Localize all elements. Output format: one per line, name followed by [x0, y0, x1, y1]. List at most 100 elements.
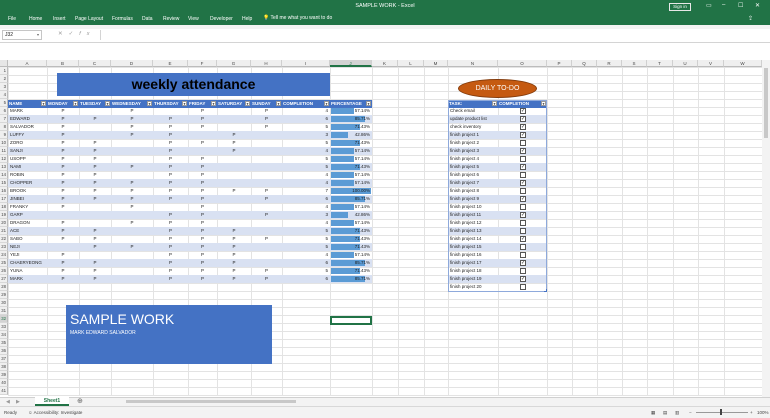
- filter-dropdown-icon[interactable]: ▾: [147, 101, 152, 106]
- attendance-name-cell[interactable]: CHAERYEONG: [8, 259, 47, 267]
- row-header[interactable]: 29: [0, 291, 8, 299]
- row-header[interactable]: 16: [0, 187, 8, 195]
- task-checkbox[interactable]: ✓: [520, 148, 526, 154]
- completion-cell[interactable]: 4: [282, 107, 330, 115]
- task-checkbox[interactable]: [520, 220, 526, 226]
- task-checkbox[interactable]: ✓: [520, 124, 526, 130]
- normal-view-icon[interactable]: ▦: [651, 407, 655, 418]
- row-header[interactable]: 26: [0, 267, 8, 275]
- task-checkbox[interactable]: ✓: [520, 212, 526, 218]
- attendance-name-cell[interactable]: NAMI: [8, 163, 47, 171]
- completion-cell[interactable]: 4: [282, 219, 330, 227]
- task-checkbox[interactable]: [520, 252, 526, 258]
- attendance-day-cell[interactable]: P: [111, 219, 153, 227]
- attendance-day-cell[interactable]: P: [188, 251, 217, 259]
- completion-cell[interactable]: 6: [282, 259, 330, 267]
- completion-cell[interactable]: 4: [282, 251, 330, 259]
- todo-task-cell[interactable]: finish project 8: [448, 187, 498, 195]
- attendance-day-cell[interactable]: P: [188, 139, 217, 147]
- attendance-name-cell[interactable]: MARK: [8, 107, 47, 115]
- column-header-b[interactable]: B: [47, 60, 79, 67]
- vertical-scrollbar[interactable]: [762, 60, 770, 397]
- attendance-day-cell[interactable]: [217, 123, 251, 131]
- percentage-cell[interactable]: 57.14%: [330, 179, 372, 187]
- percentage-cell[interactable]: 85.71%: [330, 115, 372, 123]
- attendance-day-cell[interactable]: P: [111, 203, 153, 211]
- attendance-day-cell[interactable]: [111, 267, 153, 275]
- row-header[interactable]: 2: [0, 75, 8, 83]
- filter-dropdown-icon[interactable]: ▾: [276, 101, 281, 106]
- row-header[interactable]: 28: [0, 283, 8, 291]
- attendance-day-cell[interactable]: P: [47, 155, 79, 163]
- attendance-day-cell[interactable]: P: [111, 163, 153, 171]
- todo-task-cell[interactable]: finish project 20: [448, 283, 498, 291]
- attendance-day-cell[interactable]: P: [188, 211, 217, 219]
- attendance-day-cell[interactable]: [251, 179, 282, 187]
- percentage-cell[interactable]: 71.43%: [330, 139, 372, 147]
- attendance-day-cell[interactable]: P: [251, 195, 282, 203]
- attendance-day-cell[interactable]: P: [111, 131, 153, 139]
- todo-header-completion[interactable]: COMPLETION ▾: [498, 100, 547, 108]
- percentage-cell[interactable]: 85.71%: [330, 195, 372, 203]
- completion-cell[interactable]: 5: [282, 267, 330, 275]
- accessibility-status[interactable]: ☺ Accessibility: Investigate: [28, 407, 82, 418]
- zoom-slider-thumb[interactable]: [720, 409, 722, 415]
- attendance-day-cell[interactable]: [251, 203, 282, 211]
- attendance-day-cell[interactable]: P: [47, 107, 79, 115]
- attendance-day-cell[interactable]: [153, 107, 188, 115]
- attendance-day-cell[interactable]: P: [111, 107, 153, 115]
- row-header[interactable]: 3: [0, 83, 8, 91]
- attendance-day-cell[interactable]: [217, 155, 251, 163]
- todo-task-cell[interactable]: finish project 10: [448, 203, 498, 211]
- attendance-day-cell[interactable]: [47, 243, 79, 251]
- row-header[interactable]: 27: [0, 275, 8, 283]
- attendance-day-cell[interactable]: [111, 227, 153, 235]
- column-header-p[interactable]: P: [547, 60, 572, 67]
- attendance-day-cell[interactable]: [79, 219, 111, 227]
- task-checkbox[interactable]: ✓: [520, 132, 526, 138]
- row-header[interactable]: 41: [0, 387, 8, 395]
- attendance-day-cell[interactable]: P: [188, 275, 217, 283]
- attendance-day-cell[interactable]: P: [188, 107, 217, 115]
- row-header[interactable]: 21: [0, 227, 8, 235]
- task-checkbox[interactable]: [520, 228, 526, 234]
- attendance-day-cell[interactable]: P: [188, 243, 217, 251]
- percentage-cell[interactable]: 57.14%: [330, 155, 372, 163]
- row-header[interactable]: 12: [0, 155, 8, 163]
- attendance-day-cell[interactable]: [111, 275, 153, 283]
- attendance-day-cell[interactable]: P: [153, 139, 188, 147]
- filter-dropdown-icon[interactable]: ▾: [182, 101, 187, 106]
- filter-dropdown-icon[interactable]: ▾: [73, 101, 78, 106]
- attendance-day-cell[interactable]: P: [79, 147, 111, 155]
- attendance-day-cell[interactable]: [79, 203, 111, 211]
- attendance-day-cell[interactable]: P: [188, 123, 217, 131]
- task-checkbox[interactable]: [520, 268, 526, 274]
- scroll-left-icon[interactable]: ◀: [6, 399, 10, 405]
- attendance-day-cell[interactable]: P: [47, 203, 79, 211]
- attendance-day-cell[interactable]: P: [188, 115, 217, 123]
- attendance-day-cell[interactable]: [217, 211, 251, 219]
- attendance-day-cell[interactable]: P: [153, 235, 188, 243]
- row-header[interactable]: 4: [0, 91, 8, 99]
- attendance-day-cell[interactable]: P: [79, 115, 111, 123]
- attendance-name-cell[interactable]: JINBEI: [8, 195, 47, 203]
- attendance-day-cell[interactable]: P: [111, 195, 153, 203]
- task-checkbox[interactable]: ✓: [520, 180, 526, 186]
- percentage-cell[interactable]: 85.71%: [330, 259, 372, 267]
- column-header-i[interactable]: I: [282, 60, 330, 67]
- percentage-cell[interactable]: 57.14%: [330, 251, 372, 259]
- attendance-day-cell[interactable]: P: [153, 259, 188, 267]
- filter-dropdown-icon[interactable]: ▾: [41, 101, 46, 106]
- todo-task-cell[interactable]: finish project 12: [448, 219, 498, 227]
- column-header-o[interactable]: O: [498, 60, 547, 67]
- attendance-day-cell[interactable]: [79, 123, 111, 131]
- attendance-day-cell[interactable]: P: [47, 259, 79, 267]
- attendance-day-cell[interactable]: P: [79, 139, 111, 147]
- task-checkbox[interactable]: ✓: [520, 236, 526, 242]
- attendance-day-cell[interactable]: P: [79, 155, 111, 163]
- task-checkbox[interactable]: ✓: [520, 196, 526, 202]
- task-checkbox[interactable]: [520, 244, 526, 250]
- attendance-day-cell[interactable]: P: [47, 227, 79, 235]
- attendance-day-cell[interactable]: [111, 211, 153, 219]
- attendance-day-cell[interactable]: [251, 227, 282, 235]
